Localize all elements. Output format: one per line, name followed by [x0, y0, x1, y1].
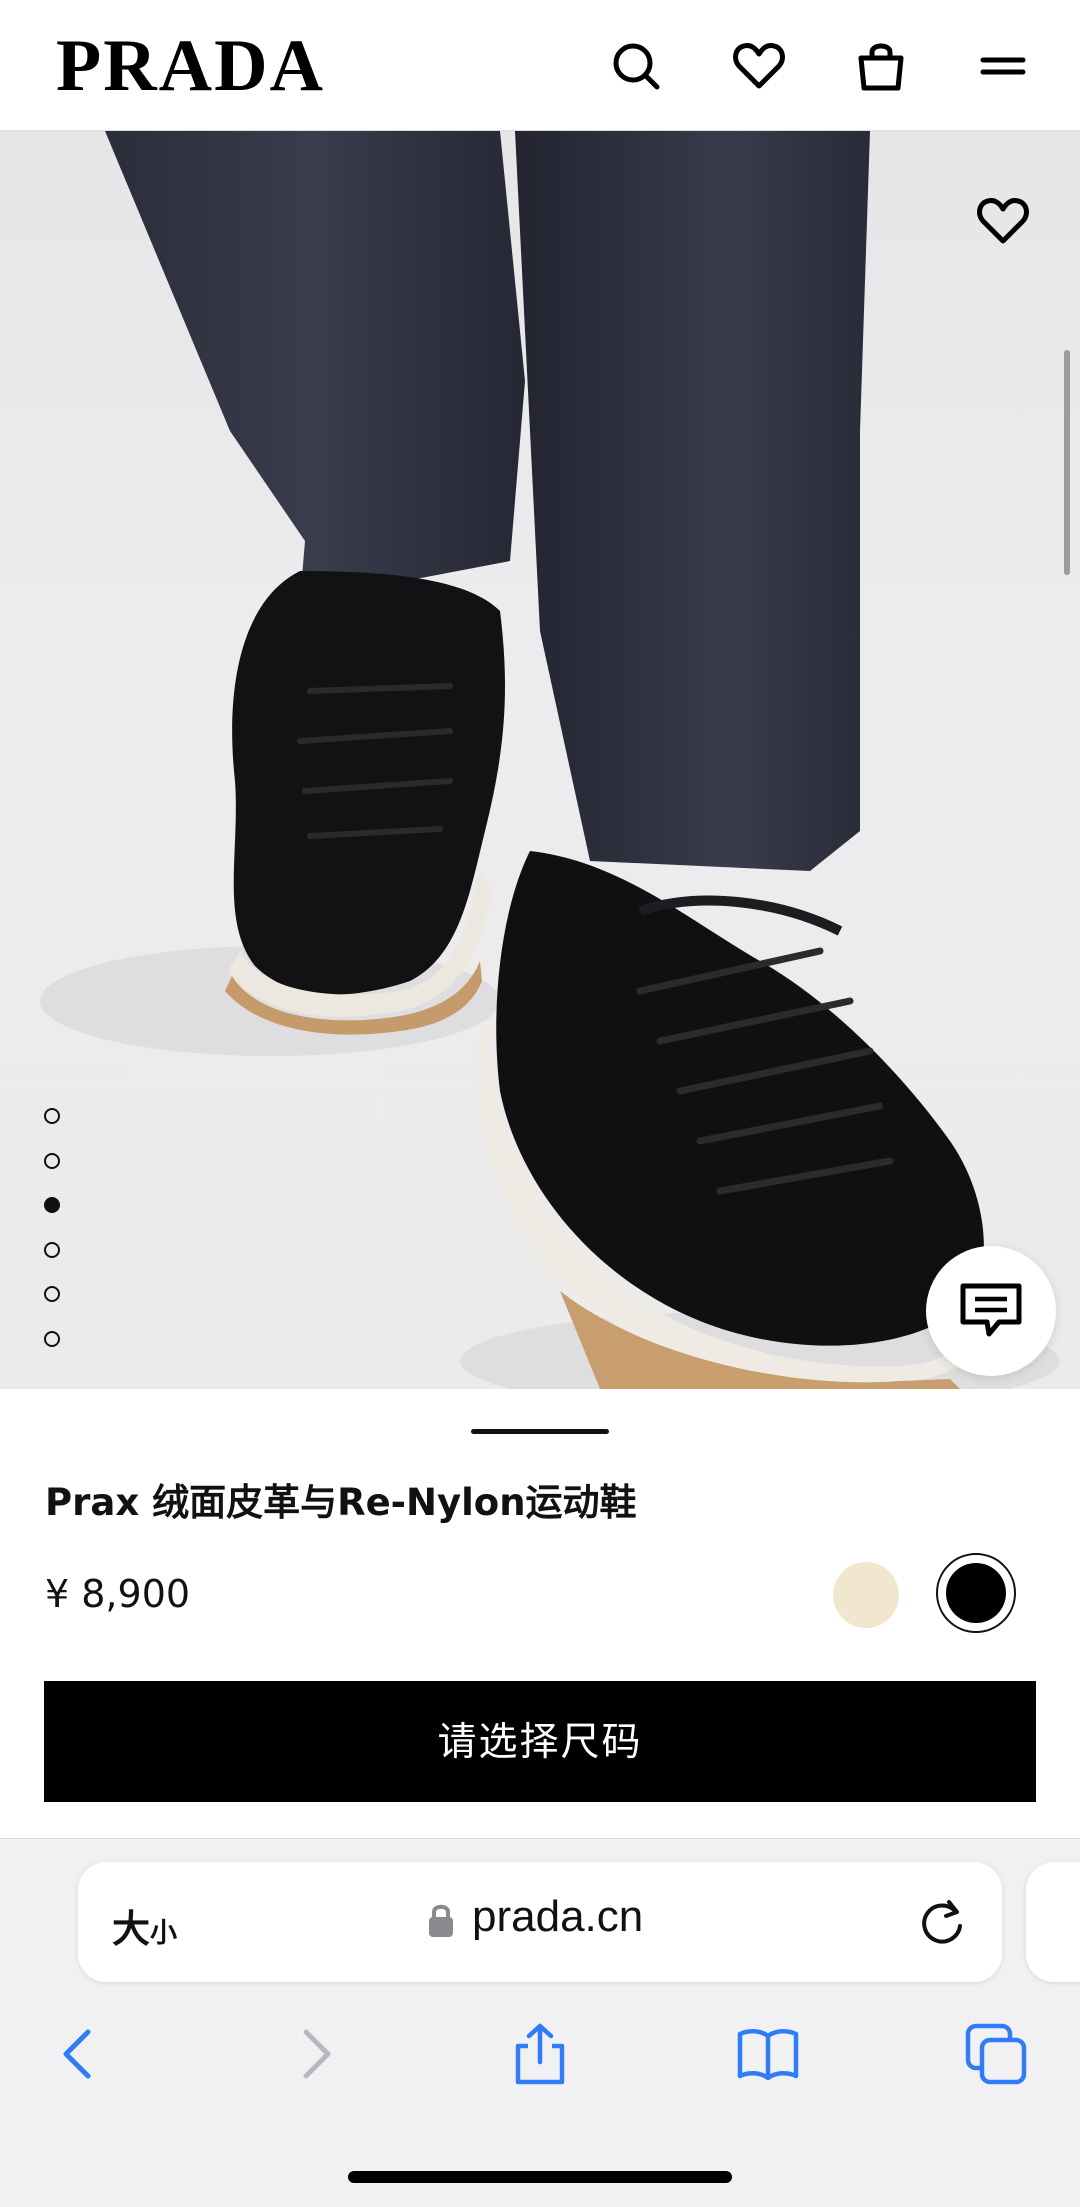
reload-icon[interactable]	[916, 1896, 968, 1948]
color-swatch-beige[interactable]	[833, 1562, 899, 1628]
gallery-pagination	[44, 1108, 64, 1375]
product-price: ¥ 8,900	[45, 1572, 191, 1616]
chat-icon	[960, 1283, 1022, 1337]
lock-icon	[429, 1904, 453, 1937]
share-icon[interactable]	[508, 2022, 572, 2086]
url-text: prada.cn	[472, 1892, 644, 1941]
text-size-button[interactable]: 大小	[112, 1898, 177, 1953]
tabs-icon[interactable]	[964, 2022, 1028, 2086]
color-swatch-black-selected[interactable]	[936, 1553, 1016, 1633]
menu-icon[interactable]	[975, 38, 1031, 94]
gallery-dot[interactable]	[44, 1152, 60, 1169]
product-image-gallery[interactable]	[0, 131, 1080, 1389]
gallery-dot[interactable]	[44, 1108, 60, 1124]
back-icon[interactable]	[48, 2022, 112, 2086]
next-tab-address-bar-peek[interactable]	[1026, 1862, 1080, 1982]
bookmarks-icon[interactable]	[736, 2022, 800, 2086]
site-header: PRADA	[0, 0, 1080, 131]
product-photo	[40, 131, 1060, 1389]
select-size-button[interactable]: 请选择尺码	[44, 1681, 1036, 1802]
text-size-small: 小	[150, 1918, 178, 1949]
customer-chat-button[interactable]	[926, 1246, 1056, 1376]
sheet-grabber[interactable]	[471, 1429, 609, 1434]
prada-logo[interactable]: PRADA	[56, 29, 325, 103]
text-size-big: 大	[112, 1907, 151, 1951]
gallery-dot-active[interactable]	[44, 1197, 60, 1213]
forward-icon[interactable]	[282, 2022, 346, 2086]
page-scroll-indicator	[1064, 350, 1070, 575]
gallery-dot[interactable]	[44, 1241, 60, 1258]
add-to-wishlist-icon[interactable]	[975, 193, 1031, 249]
gallery-dot[interactable]	[44, 1330, 60, 1347]
shopping-bag-icon[interactable]	[853, 38, 909, 94]
heart-icon[interactable]	[731, 38, 787, 94]
address-bar[interactable]: 大小 prada.cn	[78, 1862, 1002, 1982]
gallery-dot[interactable]	[44, 1286, 60, 1302]
search-icon[interactable]	[608, 38, 664, 94]
product-title: Prax 绒面皮革与Re-Nylon运动鞋	[45, 1481, 637, 1524]
color-swatch-black-fill	[946, 1563, 1006, 1623]
home-indicator[interactable]	[348, 2171, 732, 2183]
